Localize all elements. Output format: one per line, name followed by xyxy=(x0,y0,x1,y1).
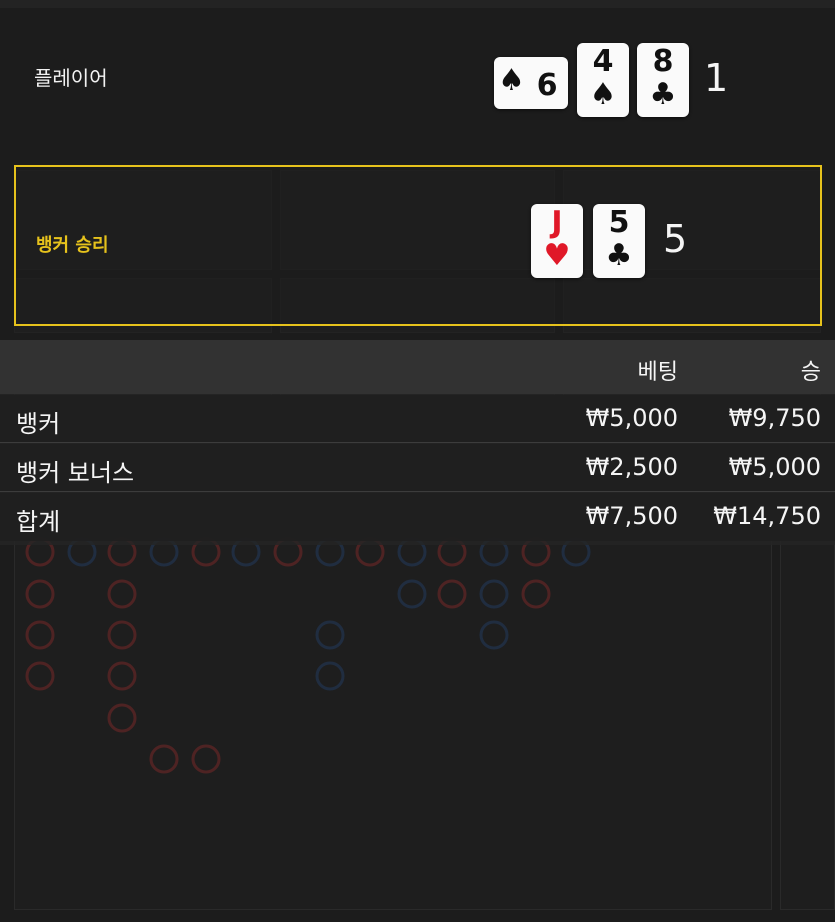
bet-row-banker: 뱅커 ₩5,000 ₩9,750 xyxy=(0,395,835,443)
player-card-2: 4 ♠ xyxy=(577,43,629,117)
bet-row-banker-bonus: 뱅커 보너스 ₩2,500 ₩5,000 xyxy=(0,444,835,492)
banker-score: 5 xyxy=(663,217,688,261)
bet-row-win: ₩9,750 xyxy=(728,404,821,432)
player-card-2-rank: 4 xyxy=(592,44,614,79)
player-score: 1 xyxy=(704,56,729,100)
player-card-3-suit: ♣ xyxy=(649,77,677,112)
bet-row-amount: ₩5,000 xyxy=(585,404,678,432)
bet-row-win: ₩5,000 xyxy=(728,453,821,481)
banker-card-2: 5 ♣ xyxy=(593,204,645,278)
player-card-2-suit: ♠ xyxy=(589,77,617,112)
banker-card-1: J ♥ xyxy=(531,204,583,278)
total-win-amount: ₩14,750 xyxy=(713,502,821,530)
bet-summary-panel: 베팅 승 뱅커 ₩5,000 ₩9,750 뱅커 보너스 ₩2,500 ₩5,0… xyxy=(0,340,835,545)
banker-card-1-rank: J xyxy=(551,205,563,240)
banker-card-1-suit: ♥ xyxy=(543,238,571,273)
player-card-1: ♠ 9 xyxy=(494,57,568,109)
player-card-1-rank: 9 xyxy=(536,65,558,100)
win-column-header: 승 xyxy=(800,360,821,385)
player-card-1-suit: ♠ xyxy=(498,63,525,98)
player-label: 플레이어 xyxy=(34,66,108,90)
bet-row-name: 뱅커 보너스 xyxy=(16,459,135,487)
banker-card-2-suit: ♣ xyxy=(605,238,633,273)
bet-column-header: 베팅 xyxy=(637,360,678,385)
player-hand: 플레이어 ♠ 9 4 ♠ 8 ♣ 1 xyxy=(14,12,822,144)
player-card-3-rank: 8 xyxy=(652,44,674,79)
banker-card-2-rank: 5 xyxy=(608,205,630,240)
banker-win-label: 뱅커 승리 xyxy=(36,235,109,256)
total-bet-amount: ₩7,500 xyxy=(585,502,678,530)
round-result-overlay: 플레이어 ♠ 9 4 ♠ 8 ♣ 1 뱅커 승리 J ♥ 5 ♣ 5 xyxy=(0,0,835,340)
bet-row-name: 뱅커 xyxy=(16,410,61,438)
bet-row-total: 합계 ₩7,500 ₩14,750 xyxy=(0,493,835,541)
bet-summary-header: 베팅 승 xyxy=(0,340,835,394)
bet-row-amount: ₩2,500 xyxy=(585,453,678,481)
banker-hand: 뱅커 승리 J ♥ 5 ♣ 5 xyxy=(14,165,822,326)
total-label: 합계 xyxy=(16,508,61,536)
player-card-3: 8 ♣ xyxy=(637,43,689,117)
